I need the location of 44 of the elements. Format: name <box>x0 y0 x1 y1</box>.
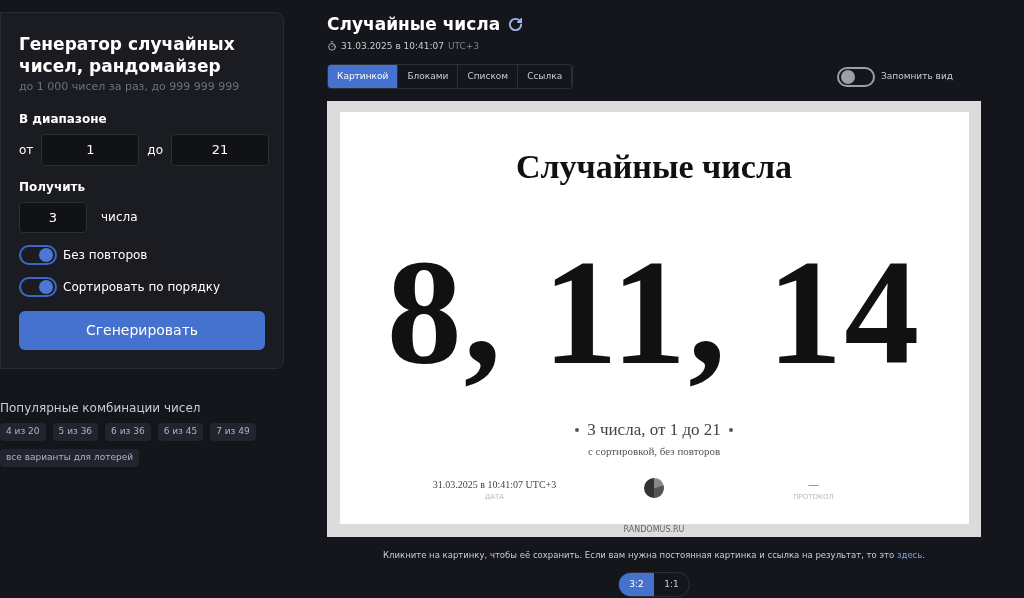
view-tab[interactable]: Блоками <box>398 65 459 88</box>
view-tab[interactable]: Ссылка <box>518 65 573 88</box>
generate-button[interactable]: Сгенерировать <box>19 310 265 350</box>
count-unit: числа <box>101 209 138 226</box>
combination-chip[interactable]: все варианты для лотерей <box>0 448 140 467</box>
to-label: до <box>147 141 163 159</box>
get-label: Получить <box>19 178 87 196</box>
combination-chip[interactable]: 6 из 36 <box>105 422 151 441</box>
logo-icon <box>643 477 665 499</box>
toggle-switch[interactable] <box>837 66 875 87</box>
panel-title: Генератор случайных чисел, рандомайзер <box>19 33 236 77</box>
ratio-option[interactable]: 3:2 <box>619 573 654 596</box>
combination-chip[interactable]: 4 из 20 <box>0 422 46 441</box>
timestamp: 31.03.2025 в 10:41:07 <box>341 39 444 53</box>
result-details: с сортировкой, без повторов <box>587 443 721 459</box>
ratio-option[interactable]: 1:1 <box>654 573 689 596</box>
combination-chip[interactable]: 6 из 45 <box>157 422 204 441</box>
timezone: UTC+3 <box>448 39 480 53</box>
toggle-switch[interactable] <box>19 244 57 265</box>
toggle-label: Сортировать по порядку <box>63 278 221 296</box>
result-title: Случайные числа <box>327 13 501 36</box>
save-hint: Кликните на картинку, чтобы её сохранить. Если вам нужна постоянная картинка и ссылка на результат, то это здесь. <box>383 550 925 560</box>
from-field[interactable]: 1 <box>41 133 140 166</box>
protocol-value: — <box>808 478 819 492</box>
toggle-switch[interactable] <box>19 276 57 297</box>
result-summary: 3 числа, от 1 до 21 <box>587 419 721 441</box>
range-label: В диапазоне <box>19 110 108 128</box>
count-field[interactable]: 3 <box>19 201 87 233</box>
combination-chip[interactable]: 7 из 49 <box>210 422 256 441</box>
site-name: RANDOMUS.RU <box>623 524 685 536</box>
toggle-label: Без повторов <box>63 246 148 264</box>
refresh-icon[interactable] <box>508 17 524 33</box>
view-tab[interactable]: Картинкой <box>328 65 399 88</box>
popular-title: Популярные комбинации чисел <box>0 399 202 417</box>
panel-subtitle: до 1 000 чисел за раз, до 999 999 999 <box>19 79 241 95</box>
remember-label: Запомнить вид <box>881 69 953 83</box>
stopwatch-icon <box>327 41 337 52</box>
view-tab[interactable]: Списком <box>458 65 519 88</box>
combination-chip[interactable]: 5 из 36 <box>52 422 99 441</box>
from-label: от <box>19 141 34 159</box>
image-title: Случайные числа <box>515 147 793 187</box>
result-numbers: 8, 11, 14 <box>386 237 922 387</box>
date-value: 31.03.2025 в 10:41:07 UTC+3 <box>432 478 557 492</box>
to-field[interactable]: 21 <box>171 133 269 166</box>
